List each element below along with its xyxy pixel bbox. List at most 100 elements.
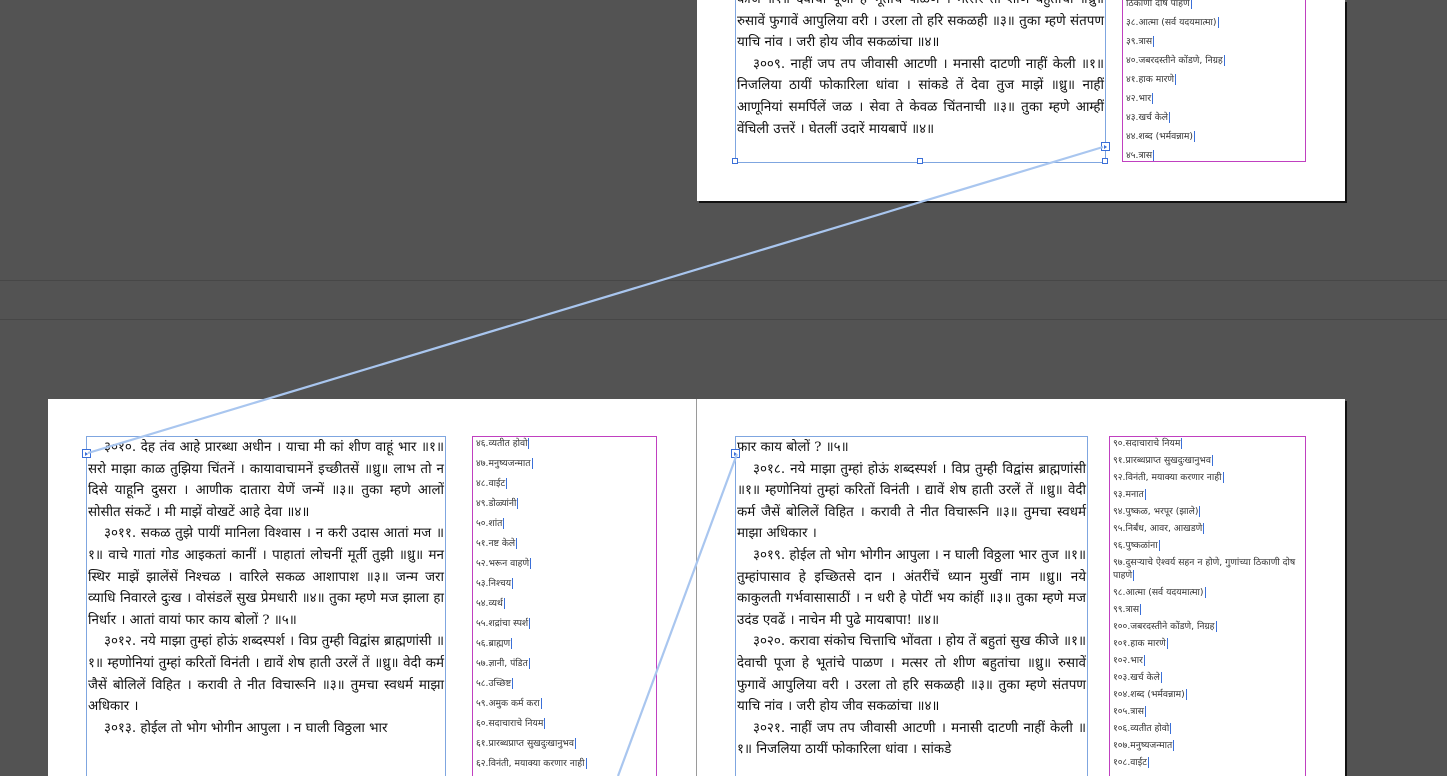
footnote-item: ९१.प्रारब्धप्राप्त सुखदुःखानुभव [1113,455,1213,466]
paragraph: फार काय बोलों ? ॥५॥ [737,440,849,455]
footnote-item: ९३.मनात [1113,489,1146,500]
text-cursor-icon [1166,638,1168,649]
footnote-item: ४८.वाईट [476,478,508,489]
text-cursor-icon [1173,740,1175,751]
text-cursor-icon [1212,455,1213,466]
paragraph: ३०२०. करावा संकोच चित्ताचि भोंवता । होय … [737,634,1086,715]
footnote-item: १०७.मनुष्यजन्मात [1113,740,1175,751]
text-cursor-icon [1153,150,1155,161]
text-cursor-icon [1144,489,1146,500]
footnote-item: ५०.शांत [476,518,505,529]
text-cursor-icon [544,718,546,729]
text-cursor-icon [1152,93,1154,104]
in-port-icon[interactable] [82,449,91,458]
note-frame-bottom-left[interactable]: ४६.व्यतीत होवो ४७.मनुष्यजन्मात ४८.वाईट ४९.ड… [472,436,657,776]
text-cursor-icon [506,478,508,489]
out-port-icon[interactable] [1101,142,1110,151]
footnote-list: ४६.व्यतीत होवो ४७.मनुष्यजन्मात ४८.वाईट ४९.ड… [476,437,656,776]
footnote-item: १०५.त्रास [1113,706,1146,717]
footnote-item: १०८.वाईट [1113,757,1149,768]
text-cursor-icon [1143,655,1145,666]
spread-top[interactable]: कीजे ॥१॥ देवाची पूजा हे भूतांचे पाळण । म… [697,0,1345,201]
text-cursor-icon [1174,74,1176,85]
footnote-item: ४९.डोळ्यांनी [476,498,519,509]
text-cursor-icon [1203,523,1205,534]
footnote-item: १०३.खर्च केले [1113,672,1162,683]
footnote-item: ९८.आत्मा (सर्व यदयमात्मा) [1113,587,1206,598]
text-cursor-icon [575,738,576,749]
footnote-item: ६०.सदाचाराचे नियम [476,718,546,729]
text-cursor-icon [511,638,513,649]
text-cursor-icon [1158,540,1160,551]
paragraph: कीजे ॥१॥ देवाची पूजा हे भूतांचे पाळण । म… [737,0,1104,51]
text-cursor-icon [512,578,514,589]
text-cursor-icon [1217,17,1219,28]
paragraph: ३०१२. नये माझा तुम्हां होऊं शब्दस्पर्श ।… [88,634,444,715]
footnote-item: ६१.प्रारब्धप्राप्त सुखदुःखानुभव [476,738,576,749]
footnote-item: ठिकाणी दोष पाहणे [1126,0,1192,9]
text-cursor-icon [528,658,530,669]
text-frame-top-right[interactable]: कीजे ॥१॥ देवाची पूजा हे भूतांचे पाळण । म… [735,0,1106,163]
text-cursor-icon [1199,506,1201,517]
footnote-item: ४४.शब्द (भर्मवन्नाम) [1126,131,1195,142]
footnote-list: ९०.सदाचाराचे नियम ९१.प्रारब्धप्राप्त सुखद… [1113,437,1305,769]
text-cursor-icon [528,438,530,449]
note-frame-bottom-right[interactable]: ९०.सदाचाराचे नियम ९१.प्रारब्धप्राप्त सुखद… [1109,436,1306,776]
text-cursor-icon [1190,0,1192,9]
paragraph: ३०२१. नाहीं जप तप जीवासी आटणी । मनासी दा… [737,720,1086,758]
text-cursor-icon [1160,672,1162,683]
footnote-item: ५९.अमुक कर्म करा [476,698,542,709]
text-cursor-icon [516,538,518,549]
paragraph: ३०१९. होईल तो भोग भोगीन आपुला । न घाली व… [737,547,1086,628]
footnote-item: ५६.ब्राह्मण [476,638,513,649]
footnote-item: १०१.हाक मारणे [1113,638,1168,649]
footnote-item: ५१.नष्ट केले [476,538,518,549]
indesign-pasteboard[interactable]: कीजे ॥१॥ देवाची पूजा हे भूतांचे पाळण । म… [0,0,1447,776]
footnote-item: ४२.भार [1126,93,1154,104]
text-cursor-icon [503,598,505,609]
text-cursor-icon [1147,757,1149,768]
text-cursor-icon [1133,570,1135,581]
footnote-item: ९७.दुसऱ्याचे ऐश्वर्य सहन न होणे, गुणांच्… [1113,557,1296,581]
text-cursor-icon [503,518,505,529]
in-port-icon[interactable] [731,449,740,458]
text-frame-bottom-left[interactable]: ३०१०. देह तंव आहे प्रारब्धा अधीन । याचा … [86,436,446,776]
footnote-item: ५३.निश्चय [476,578,514,589]
footnote-item: १०४.शब्द (भर्मवन्नाम) [1113,689,1187,700]
text-cursor-icon [1222,472,1224,483]
paragraph: ३०१३. होईल तो भोग भोगीन आपुला । न घाली व… [104,720,388,736]
text-cursor-icon [1223,55,1225,66]
footnote-item: १०२.भार [1113,655,1145,666]
footnote-item: ६२.विनंती, मयाक्या करणार नाही [476,758,587,769]
text-cursor-icon [1204,587,1206,598]
frame-handle[interactable] [917,158,923,164]
text-cursor-icon [1153,36,1155,47]
footnote-item: ९६.पुष्कळांना [1113,540,1160,551]
footnote-item: ४३.खर्च केले [1126,112,1171,123]
footnote-item: ४१.हाक मारणे [1126,74,1176,85]
footnote-list: ठिकाणी दोष पाहणे ३८.आत्मा (सर्व यदयमात्मा… [1126,0,1305,161]
text-cursor-icon [512,678,514,689]
text-frame-bottom-right[interactable]: फार काय बोलों ? ॥५॥ ३०१८. नये माझा तुम्ह… [735,436,1088,776]
footnote-item: ५७.ज्ञानी, पंडित [476,658,530,669]
footnote-item: ९९.त्रास [1113,604,1142,615]
footnote-item: ९५.निर्बंध, आवर, आखडणे [1113,523,1205,534]
footnote-item: १०६.व्यतीत होवो [1113,723,1172,734]
text-cursor-icon [585,758,587,769]
spread-bottom[interactable]: ३०१०. देह तंव आहे प्रारब्धा अधीन । याचा … [48,399,1345,776]
spine [696,399,697,776]
frame-handle[interactable] [1102,158,1108,164]
frame-handle[interactable] [732,158,738,164]
text-cursor-icon [1140,604,1142,615]
footnote-item: ९०.सदाचाराचे नियम [1113,438,1183,449]
note-frame-top-right[interactable]: ठिकाणी दोष पाहणे ३८.आत्मा (सर्व यदयमात्मा… [1122,0,1306,162]
footnote-item: ९२.विनंती, मयाक्या करणार नाही [1113,472,1224,483]
text-cursor-icon [517,498,519,509]
text-cursor-icon [1169,112,1171,123]
text-cursor-icon [1193,131,1195,142]
footnote-item: ४७.मनुष्यजन्मात [476,458,533,469]
text-cursor-icon [1215,621,1217,632]
text-cursor-icon [540,698,542,709]
pasteboard-divider [0,319,1447,320]
paragraph: ३०१०. देह तंव आहे प्रारब्धा अधीन । याचा … [88,440,444,520]
